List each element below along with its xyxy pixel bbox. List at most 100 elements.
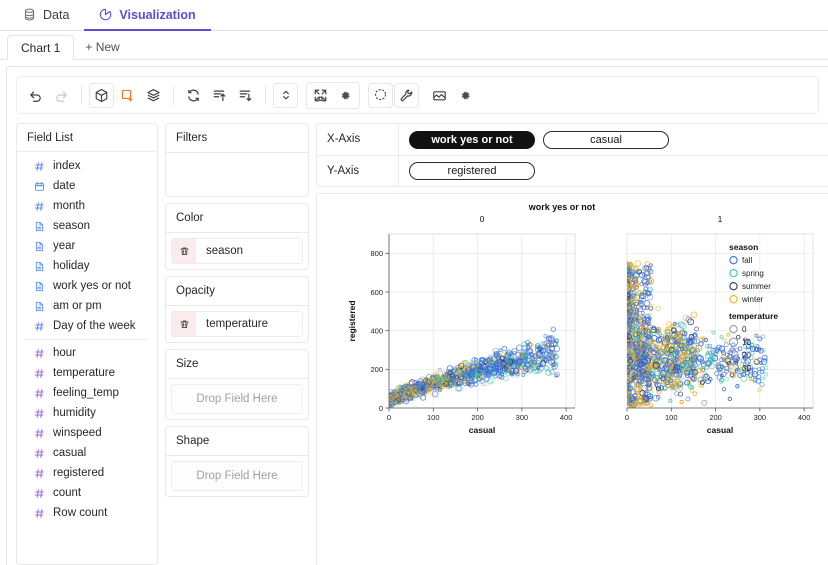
chart-toolbar	[16, 76, 819, 114]
field-list-divider	[26, 339, 148, 340]
chevron-updown-icon[interactable]	[273, 82, 298, 108]
field-list-item-label: winspeed	[53, 427, 102, 439]
field-list-item-label: date	[53, 180, 76, 192]
opacity-field-pill[interactable]: temperature	[171, 311, 303, 337]
field-list-item[interactable]: registered	[17, 463, 157, 483]
number-field-icon	[33, 428, 45, 439]
svg-text:registered: registered	[347, 300, 357, 341]
pie-chart-icon	[99, 8, 112, 21]
field-list-item[interactable]: winspeed	[17, 423, 157, 443]
field-list-item[interactable]: humidity	[17, 403, 157, 423]
svg-text:fall: fall	[742, 256, 752, 265]
undo-icon[interactable]	[23, 83, 48, 108]
color-shelf-title: Color	[165, 203, 309, 232]
field-list-item-label: feeling_temp	[53, 387, 119, 399]
redo-icon[interactable]	[49, 83, 74, 108]
number-field-icon	[33, 388, 45, 399]
field-list-item-label: humidity	[53, 407, 96, 419]
toolbar-divider	[173, 85, 174, 105]
field-list-item[interactable]: feeling_temp	[17, 383, 157, 403]
field-list-item-label: Day of the week	[53, 320, 136, 332]
new-chart-tab-button[interactable]: + New	[74, 34, 130, 59]
shape-shelf-body[interactable]: Drop Field Here	[165, 455, 309, 497]
field-list-item-label: am or pm	[53, 300, 102, 312]
square-mark-icon[interactable]	[115, 83, 140, 108]
number-field-icon	[33, 508, 45, 519]
field-list-item[interactable]: index	[17, 156, 157, 176]
lasso-select-icon[interactable]	[368, 82, 393, 108]
layers-icon[interactable]	[141, 83, 166, 108]
sort-ascending-icon[interactable]	[207, 83, 232, 108]
svg-text:0: 0	[379, 404, 383, 413]
scatter-plot-svg: work yes or not00 100 200 300 400casual02004…	[347, 202, 814, 435]
tab-visualization-label: Visualization	[119, 7, 196, 22]
svg-text:600: 600	[370, 288, 383, 297]
number-field-icon	[33, 201, 45, 212]
color-field-pill[interactable]: season	[171, 238, 303, 264]
top-tab-bar: Data Visualization	[0, 0, 828, 31]
size-dropzone[interactable]: Drop Field Here	[171, 384, 303, 414]
field-list-item-label: month	[53, 200, 85, 212]
fit-settings-gear-icon[interactable]	[333, 83, 358, 108]
number-field-icon	[33, 448, 45, 459]
y-axis-pills: registered	[399, 162, 535, 180]
cube-icon[interactable]	[89, 82, 114, 108]
svg-text:spring: spring	[742, 269, 764, 278]
shape-dropzone[interactable]: Drop Field Here	[171, 461, 303, 491]
field-list-item-label: holiday	[53, 260, 90, 272]
field-list-item-label: year	[53, 240, 76, 252]
wrench-icon[interactable]	[394, 82, 419, 108]
field-list-item-label: count	[53, 487, 82, 499]
refresh-icon[interactable]	[181, 83, 206, 108]
field-list-item-label: season	[53, 220, 91, 232]
axis-field-pill[interactable]: registered	[409, 162, 535, 180]
trash-icon[interactable]	[172, 239, 196, 263]
field-list-item[interactable]: Row count	[17, 503, 157, 523]
calendar-field-icon	[33, 181, 45, 192]
axis-field-pill[interactable]: casual	[543, 130, 669, 149]
export-settings-gear-icon[interactable]	[453, 83, 478, 108]
opacity-shelf-body[interactable]: temperature	[165, 305, 309, 343]
field-list-item[interactable]: casual	[17, 443, 157, 463]
field-list-item[interactable]: date	[17, 176, 157, 196]
chart-tab-bar: Chart 1 + New	[0, 31, 828, 60]
filters-shelf-title: Filters	[165, 123, 309, 152]
field-list-item[interactable]: work yes or not	[17, 276, 157, 296]
y-axis-row: Y-Axis registered	[317, 155, 828, 187]
fit-screen-icon[interactable]	[308, 83, 333, 108]
tab-visualization[interactable]: Visualization	[84, 0, 211, 31]
field-list-item[interactable]: year	[17, 236, 157, 256]
svg-text:20: 20	[742, 351, 751, 360]
field-list-items: index date month season year holiday work yes …	[17, 152, 157, 523]
field-list-item[interactable]: season	[17, 216, 157, 236]
y-axis-label: Y-Axis	[317, 155, 399, 187]
field-list-item[interactable]: Day of the week	[17, 316, 157, 336]
svg-text:100: 100	[427, 413, 440, 422]
color-shelf-body[interactable]: season	[165, 232, 309, 270]
field-list-item[interactable]: holiday	[17, 256, 157, 276]
svg-text:0: 0	[387, 413, 391, 422]
shape-shelf-title: Shape	[165, 426, 309, 455]
field-list-item[interactable]: month	[17, 196, 157, 216]
axis-field-pill[interactable]: work yes or not	[409, 130, 535, 149]
shape-shelf: Shape Drop Field Here	[165, 426, 309, 497]
chart-canvas[interactable]: work yes or not 0 0 100 200 300 400 casual 0 200 4…	[316, 193, 828, 565]
color-field-label: season	[206, 245, 244, 257]
svg-text:1: 1	[718, 214, 723, 224]
x-axis-pills: work yes or not casual	[399, 130, 669, 149]
field-list-item[interactable]: am or pm	[17, 296, 157, 316]
field-list-item[interactable]: temperature	[17, 363, 157, 383]
field-list-item[interactable]: count	[17, 483, 157, 503]
svg-text:0: 0	[742, 325, 747, 334]
trash-icon[interactable]	[172, 312, 196, 336]
chart-tab-chart-1[interactable]: Chart 1	[7, 35, 75, 60]
size-shelf-body[interactable]: Drop Field Here	[165, 378, 309, 420]
svg-text:10: 10	[742, 338, 751, 347]
image-export-icon[interactable]	[427, 83, 452, 108]
opacity-shelf: Opacity temperature	[165, 276, 309, 343]
filters-shelf-dropzone[interactable]	[165, 152, 309, 197]
field-list-panel: Field List index date month season year holid…	[16, 123, 158, 565]
field-list-item[interactable]: hour	[17, 343, 157, 363]
sort-descending-icon[interactable]	[233, 83, 258, 108]
tab-data[interactable]: Data	[8, 0, 84, 31]
